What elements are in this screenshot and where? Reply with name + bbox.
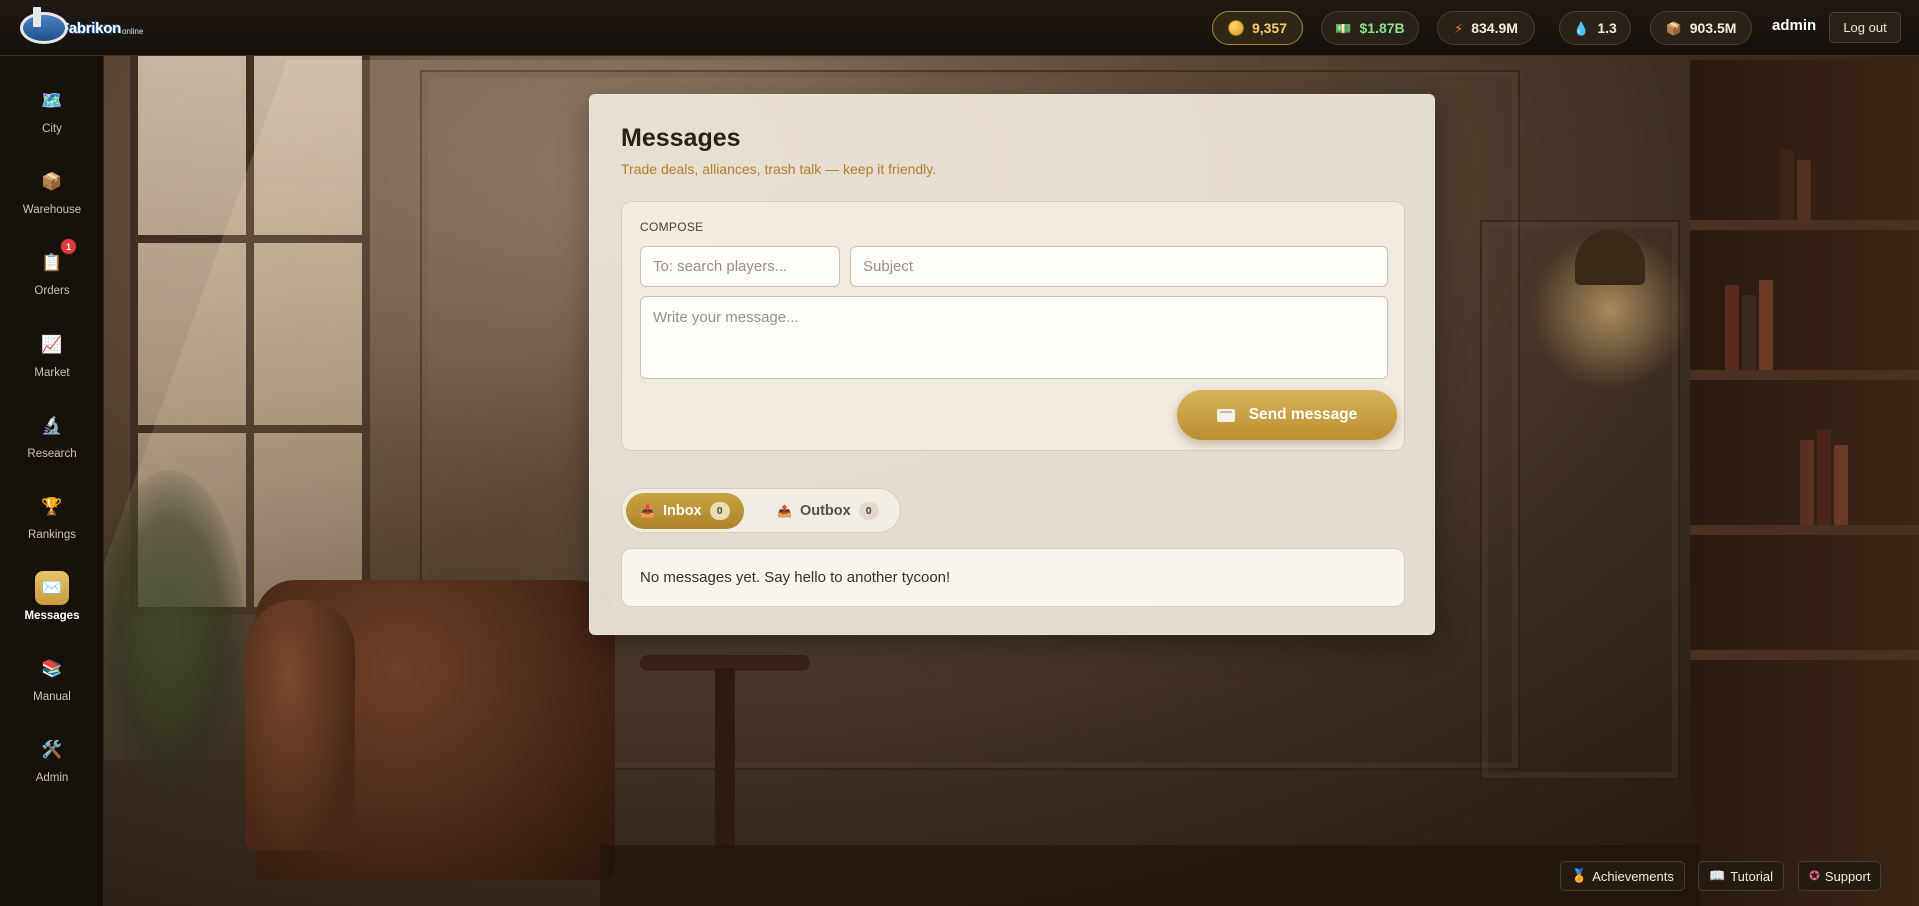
book-icon: 📖	[1709, 868, 1726, 883]
sidebar-item-admin[interactable]: 🛠️ Admin	[0, 733, 104, 803]
water-stat: 💧 1.3	[1559, 11, 1631, 45]
page-subtitle: Trade deals, alliances, trash talk — kee…	[621, 161, 937, 177]
compose-label: COMPOSE	[640, 220, 704, 234]
achievements-button[interactable]: 🏅 Achievements	[1560, 861, 1685, 891]
shelf-board	[1690, 370, 1919, 380]
book	[1797, 160, 1811, 220]
goods-stat: 📦 903.5M	[1650, 11, 1752, 45]
outbox-count: 0	[858, 502, 879, 520]
book	[1800, 440, 1814, 525]
factory-globe-icon	[20, 7, 68, 44]
sidebar-item-city[interactable]: 🗺️ City	[0, 84, 104, 154]
tutorial-label: Tutorial	[1730, 868, 1774, 884]
sidebar-item-messages[interactable]: ✉️ Messages	[0, 571, 104, 641]
tools-icon: 🛠️	[41, 740, 63, 759]
water-value: 1.3	[1597, 20, 1617, 36]
box-icon: 📦	[1665, 20, 1682, 36]
message-tabs: 📥 Inbox 0 📤 Outbox 0	[621, 488, 901, 533]
box-icon: 📦	[41, 172, 63, 191]
tab-inbox-label: Inbox	[662, 503, 702, 519]
medal-icon: 🏅	[1571, 868, 1588, 883]
lightning-icon: ⚡	[1454, 20, 1464, 36]
top-bar: Fabrikon online 9,357 💵 $1.87B ⚡ 834.9M …	[0, 0, 1919, 56]
send-message-button[interactable]: Send message	[1177, 390, 1397, 440]
lifebuoy-icon: ✪	[1809, 868, 1820, 883]
energy-value: 834.9M	[1471, 20, 1518, 36]
logo-subtext: online	[121, 26, 144, 36]
sidebar-item-label: Messages	[24, 610, 80, 622]
cash-value: $1.87B	[1359, 20, 1405, 36]
sidebar-item-orders[interactable]: 📋 1 Orders	[0, 238, 104, 316]
sidebar-item-warehouse[interactable]: 📦 Warehouse	[0, 165, 104, 235]
empty-messages-text: No messages yet. Say hello to another ty…	[640, 569, 951, 586]
sidebar-item-label: Warehouse	[22, 204, 82, 216]
microscope-icon: 🔬	[41, 416, 63, 435]
shelf-board	[1690, 525, 1919, 535]
armchair-arm	[245, 600, 355, 850]
page-title: Messages	[621, 124, 741, 152]
send-message-label: Send message	[1248, 406, 1358, 423]
books-icon: 📚	[41, 659, 63, 678]
sidebar-item-research[interactable]: 🔬 Research	[0, 409, 104, 479]
book	[1725, 285, 1739, 370]
sidebar: 🗺️ City 📦 Warehouse 📋 1 Orders 📈 Market …	[0, 56, 104, 906]
book	[1834, 445, 1848, 525]
energy-stat: ⚡ 834.9M	[1437, 11, 1535, 45]
tab-inbox[interactable]: 📥 Inbox 0	[626, 493, 744, 529]
messages-panel: Messages Trade deals, alliances, trash t…	[589, 94, 1435, 635]
clipboard-icon: 📋 1	[35, 238, 77, 280]
sidebar-item-rankings[interactable]: 🏆 Rankings	[0, 490, 104, 560]
tab-outbox[interactable]: 📤 Outbox 0	[763, 493, 893, 529]
outbox-tray-icon: 📤	[777, 504, 792, 518]
inbox-tray-icon: 📥	[640, 504, 655, 518]
water-drop-icon: 💧	[1573, 20, 1590, 36]
goods-value: 903.5M	[1689, 20, 1737, 36]
recipient-search-input[interactable]	[640, 246, 840, 287]
support-label: Support	[1824, 868, 1871, 884]
logo[interactable]: Fabrikon online	[20, 7, 144, 45]
inbox-count: 0	[709, 502, 730, 520]
empty-messages-state: No messages yet. Say hello to another ty…	[621, 548, 1405, 607]
shelf-board	[1690, 220, 1919, 230]
book	[1817, 430, 1831, 525]
coins-stat: 9,357	[1212, 11, 1303, 45]
username: admin	[1772, 17, 1817, 34]
sidebar-item-label: Orders	[34, 285, 70, 297]
sidebar-item-label: Market	[34, 367, 70, 379]
sidebar-item-market[interactable]: 📈 Market	[0, 328, 104, 398]
envelope-icon	[1216, 408, 1235, 422]
plant	[95, 470, 245, 800]
money-icon: 💵	[1335, 20, 1352, 36]
rug	[600, 845, 1700, 906]
coins-value: 9,357	[1251, 20, 1288, 36]
sidebar-item-label: Manual	[33, 691, 71, 703]
tutorial-button[interactable]: 📖 Tutorial	[1698, 861, 1785, 891]
message-body-textarea[interactable]	[640, 296, 1388, 379]
trophy-icon: 🏆	[41, 497, 63, 516]
book	[1780, 150, 1794, 220]
logo-text: Fabrikon	[60, 19, 121, 37]
sidebar-item-label: City	[42, 123, 62, 135]
map-icon: 🗺️	[41, 91, 63, 110]
sidebar-item-label: Research	[27, 448, 77, 460]
sidebar-item-label: Rankings	[28, 529, 76, 541]
envelope-icon: ✉️	[35, 571, 69, 605]
shelf-board	[1690, 650, 1919, 660]
coin-icon	[1227, 20, 1244, 36]
subject-input[interactable]	[850, 246, 1388, 287]
orders-badge: 1	[60, 238, 77, 255]
achievements-label: Achievements	[1592, 868, 1674, 884]
sidebar-item-manual[interactable]: 📚 Manual	[0, 652, 104, 722]
book	[1742, 295, 1756, 370]
book	[1759, 280, 1773, 370]
compose-section: COMPOSE Send message	[621, 201, 1405, 451]
cash-stat: 💵 $1.87B	[1321, 11, 1419, 45]
side-table-leg	[715, 668, 735, 848]
tab-outbox-label: Outbox	[799, 503, 851, 519]
sidebar-item-label: Admin	[35, 772, 69, 784]
logout-button[interactable]: Log out	[1829, 12, 1901, 43]
support-button[interactable]: ✪ Support	[1798, 861, 1882, 891]
chart-icon: 📈	[41, 335, 63, 354]
